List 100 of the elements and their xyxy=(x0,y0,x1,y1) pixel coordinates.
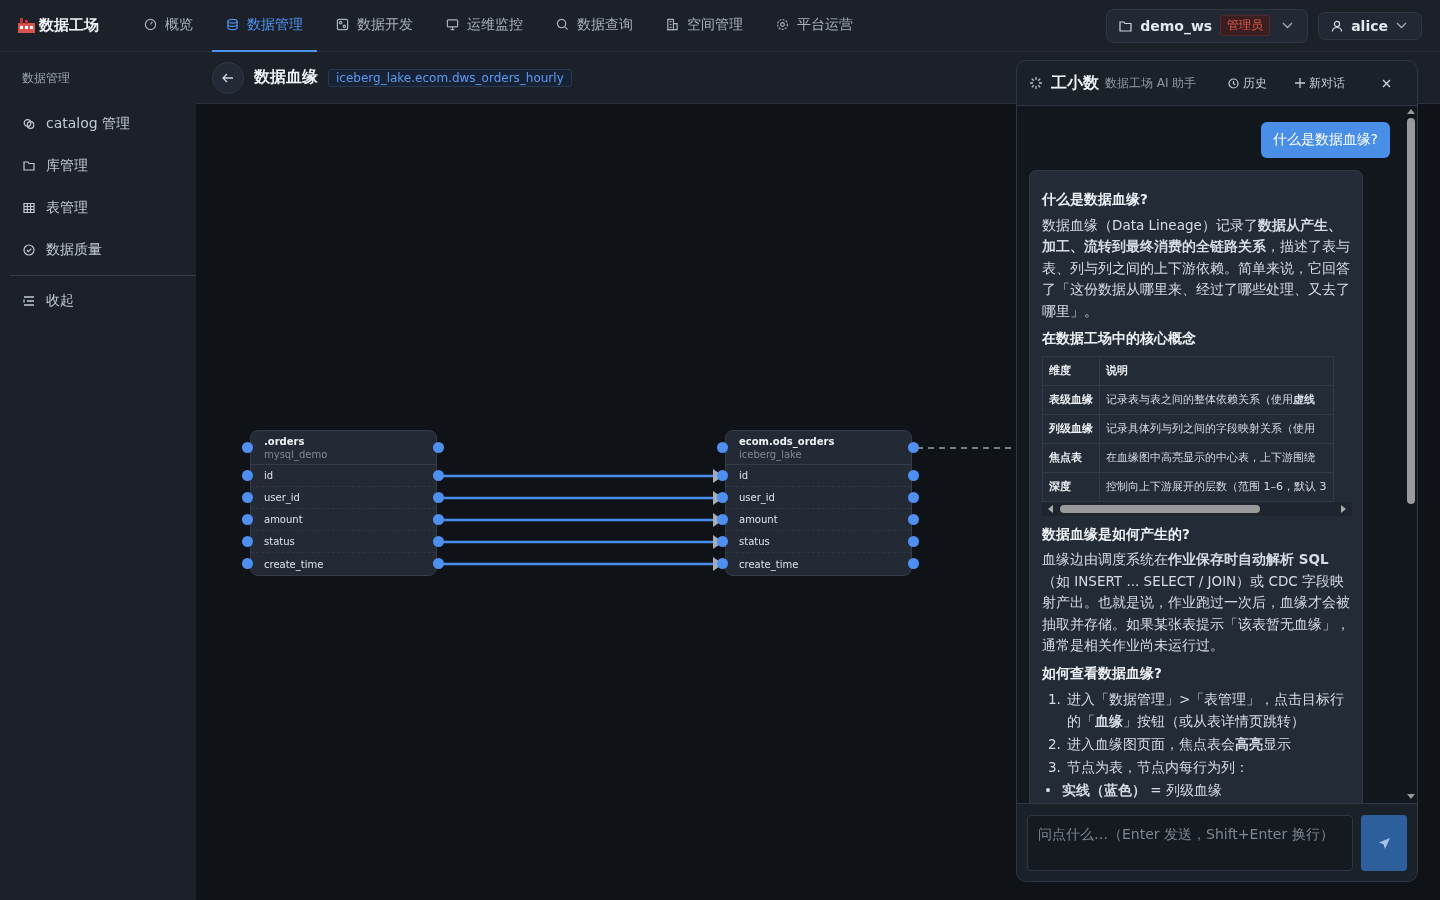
back-button[interactable] xyxy=(212,61,244,94)
answer-heading: 数据血缘是如何产生的? xyxy=(1042,524,1191,544)
port[interactable] xyxy=(717,558,728,569)
list-item: 实线（蓝色） = 列级血缘 xyxy=(1061,781,1222,800)
answer-paragraph: 数据血缘（Data Lineage）记录了数据从产生、加工、流转到最终消费的全链路关系，描述了表与表、列与列之间的上下游依赖。简单来说，它回答了「这份数据从哪里来、经过了哪些处理、又去了哪里」。 xyxy=(1042,215,1351,321)
back-arrow-icon xyxy=(222,72,234,83)
table-cell: 焦点表 xyxy=(1042,443,1100,472)
collapse-button[interactable]: 收起 xyxy=(0,280,196,322)
nav-tab[interactable]: 数据开发 xyxy=(322,0,427,52)
list-item: 进入「数据管理」>「表管理」，点击目标行的「血缘」按钮（或从表详情页跳转） xyxy=(1066,690,1346,731)
table-cell: 在血缘图中高亮显示的中心表，上下游围绕 xyxy=(1099,443,1333,472)
column-name: user_id xyxy=(739,492,775,503)
table-cell: 记录具体列与列之间的字段映射关系（使用 xyxy=(1099,414,1333,443)
table-node[interactable]: ecom.ods_orders iceberg_lake id user_id amount status create_time xyxy=(725,430,912,576)
port[interactable] xyxy=(717,514,728,525)
table-cell: 表级血缘 xyxy=(1042,385,1100,414)
port[interactable] xyxy=(908,470,919,481)
port[interactable] xyxy=(242,442,253,453)
list-marker: 1. xyxy=(1048,690,1061,709)
table-node[interactable]: .orders mysql_demo id user_id amount status create_time xyxy=(250,430,437,576)
folder-icon xyxy=(1119,19,1133,32)
port[interactable] xyxy=(908,442,919,453)
new-chat-button[interactable]: 新对话 xyxy=(1295,74,1346,92)
answer-heading: 如何查看数据血缘? xyxy=(1042,663,1163,683)
monitor-icon xyxy=(446,18,459,31)
assistant-subtitle: 数据工场 AI 助手 xyxy=(1105,74,1197,92)
port[interactable] xyxy=(433,514,444,525)
dashboard-icon xyxy=(144,18,157,31)
port[interactable] xyxy=(908,514,919,525)
code-panel-icon xyxy=(336,18,349,31)
table-tag: iceberg_lake.ecom.dws_orders_hourly xyxy=(328,68,572,87)
page-title: 数据血缘 xyxy=(254,67,318,88)
answer-heading: 什么是数据血缘? xyxy=(1042,190,1149,209)
column-name: create_time xyxy=(739,558,799,570)
nav-tab[interactable]: 数据查询 xyxy=(542,0,647,52)
clock-icon xyxy=(1228,77,1240,89)
list-marker: 2. xyxy=(1048,735,1061,754)
port[interactable] xyxy=(242,558,253,569)
workspace-name: demo_ws xyxy=(1140,17,1213,34)
sidebar-title: 数据管理 xyxy=(21,70,71,87)
port[interactable] xyxy=(242,514,253,525)
collapse-icon xyxy=(23,296,35,306)
database-icon xyxy=(226,18,239,31)
column-name: id xyxy=(739,470,749,481)
catalog-name: iceberg_lake xyxy=(739,448,803,461)
folder-icon xyxy=(23,160,35,172)
scroll-left-icon[interactable] xyxy=(1048,504,1054,513)
nav-tab[interactable]: 空间管理 xyxy=(652,0,757,52)
port[interactable] xyxy=(908,492,919,503)
port[interactable] xyxy=(908,536,919,547)
port[interactable] xyxy=(242,492,253,503)
history-button[interactable]: 历史 xyxy=(1228,74,1268,92)
building-icon xyxy=(666,18,679,31)
sidebar-item[interactable]: catalog 管理 xyxy=(0,103,196,145)
answer-paragraph: 血缘边由调度系统在作业保存时自动解析 SQL（如 INSERT ... SELECT / JOIN）或 CDC 字段映射产出。也就是说，作业跑过一次后，血缘才会被抽取并存储。如果某张表提示「该表暂无血缘」，通常是相关作业尚未运行过。 xyxy=(1042,550,1351,655)
table-header: 说明 xyxy=(1099,356,1333,385)
list-item: 节点为表，节点内每行为列： xyxy=(1066,758,1249,777)
scroll-up-icon[interactable] xyxy=(1406,109,1415,115)
column-name: id xyxy=(264,470,274,481)
port[interactable] xyxy=(433,492,444,503)
user-message: 什么是数据血缘? xyxy=(1260,122,1390,158)
nav-tab[interactable]: 运维监控 xyxy=(432,0,537,52)
table-name: .orders xyxy=(264,435,306,448)
port[interactable] xyxy=(717,442,728,453)
table-cell: 记录表与表之间的整体依赖关系（使用虚线 xyxy=(1099,385,1333,414)
scroll-right-icon[interactable] xyxy=(1340,504,1346,513)
scroll-down-icon[interactable] xyxy=(1406,794,1415,800)
port[interactable] xyxy=(242,536,253,547)
port[interactable] xyxy=(717,470,728,481)
column-name: user_id xyxy=(264,492,300,503)
assistant-name: 工小数 xyxy=(1051,72,1099,94)
search-icon xyxy=(556,18,569,31)
port[interactable] xyxy=(433,558,444,569)
link-icon xyxy=(23,118,35,130)
column-name: status xyxy=(264,536,295,547)
port[interactable] xyxy=(908,558,919,569)
list-item: 进入血缘图页面，焦点表会高亮显示 xyxy=(1066,735,1291,754)
column-name: status xyxy=(739,536,770,547)
table-header: 维度 xyxy=(1042,356,1100,385)
nav-tab[interactable]: 平台运营 xyxy=(762,0,867,52)
factory-logo-icon xyxy=(18,18,35,33)
port[interactable] xyxy=(433,470,444,481)
port[interactable] xyxy=(433,442,444,453)
sidebar-item[interactable]: 表管理 xyxy=(0,187,196,229)
chevron-down-icon xyxy=(1396,22,1407,29)
user-menu[interactable]: alice xyxy=(1318,11,1422,40)
port[interactable] xyxy=(717,492,728,503)
message-input[interactable]: 问点什么…（Enter 发送，Shift+Enter 换行） xyxy=(1027,815,1353,871)
port[interactable] xyxy=(433,536,444,547)
table-name: ecom.ods_orders xyxy=(739,435,836,448)
sidebar-item[interactable]: 数据质量 xyxy=(0,229,196,271)
sidebar-item[interactable]: 库管理 xyxy=(0,145,196,187)
table-cell: 列级血缘 xyxy=(1042,414,1100,443)
nav-tab[interactable]: 概览 xyxy=(130,0,207,52)
port[interactable] xyxy=(242,470,253,481)
workspace-selector[interactable]: demo_ws 管理员 xyxy=(1106,8,1309,43)
user-name: alice xyxy=(1351,17,1388,34)
answer-heading: 在数据工场中的核心概念 xyxy=(1042,329,1197,348)
port[interactable] xyxy=(717,536,728,547)
close-icon xyxy=(1381,78,1391,88)
